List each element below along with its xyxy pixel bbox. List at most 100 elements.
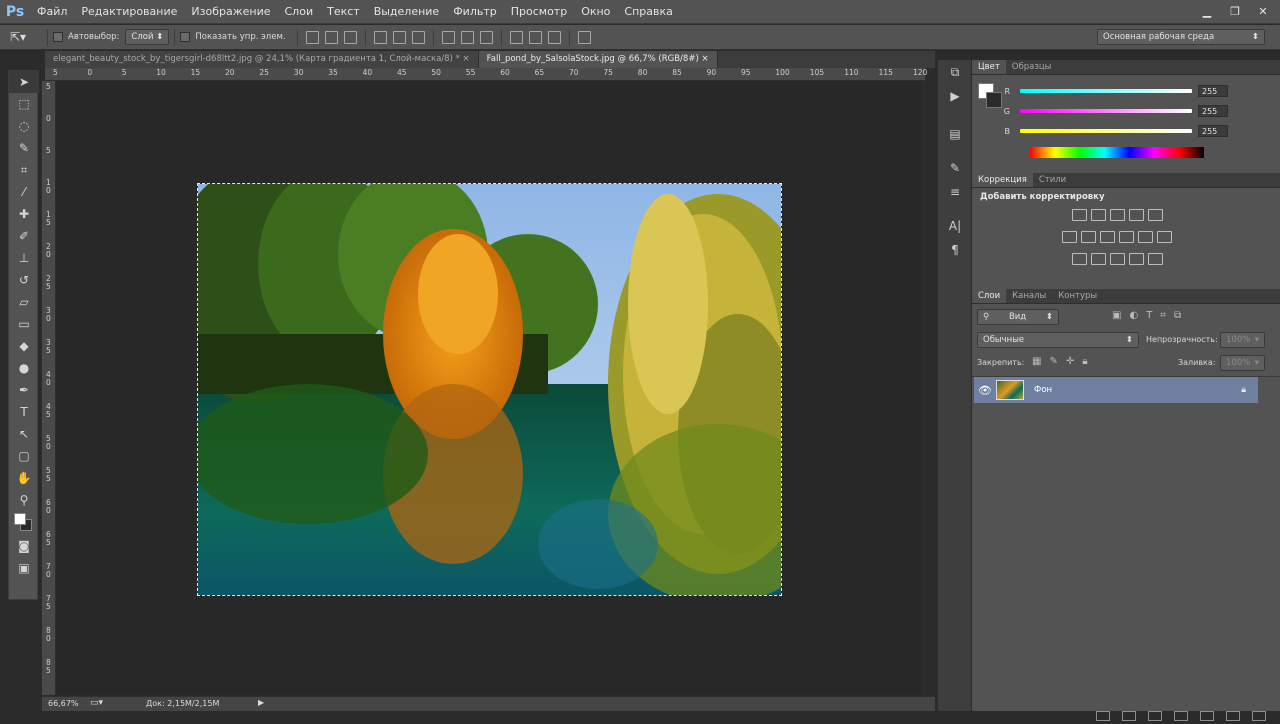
zoom-tool-icon[interactable]: ⚲ xyxy=(9,489,39,511)
blend-mode-dropdown[interactable]: Обычные ⬍ xyxy=(977,332,1139,348)
screen-mode-icon[interactable]: ▣ xyxy=(9,557,39,579)
tab-color[interactable]: Цвет xyxy=(972,60,1006,74)
green-track[interactable] xyxy=(1020,109,1192,113)
show-controls-checkbox[interactable] xyxy=(180,32,191,42)
fill-field[interactable]: 100% ▾ xyxy=(1220,355,1265,371)
tab-document-2[interactable]: Fall_pond_by_SalsolaStock.jpg @ 66,7% (R… xyxy=(478,51,718,68)
hue-saturation-icon[interactable] xyxy=(1062,231,1077,243)
minimize-button[interactable]: ▁ xyxy=(1196,3,1218,19)
menu-image[interactable]: Изображение xyxy=(184,0,277,24)
menu-view[interactable]: Просмотр xyxy=(504,0,574,24)
photo-filter-icon[interactable] xyxy=(1119,231,1134,243)
crop-tool-icon[interactable]: ⌗ xyxy=(9,159,39,181)
stamp-tool-icon[interactable]: ⊥ xyxy=(9,247,39,269)
selective-color-icon[interactable] xyxy=(1129,253,1144,265)
menu-help[interactable]: Справка xyxy=(617,0,679,24)
red-slider[interactable]: R 255 xyxy=(972,81,1228,101)
marquee-tool-icon[interactable]: ⬚ xyxy=(9,93,39,115)
tab-layers[interactable]: Слои xyxy=(972,289,1007,303)
align-right-icon[interactable] xyxy=(411,30,425,44)
lasso-tool-icon[interactable]: ◌ xyxy=(9,115,39,137)
filter-smart-icon[interactable]: ⧉ xyxy=(1174,310,1181,321)
brush-panel-icon[interactable]: ≡ xyxy=(938,180,972,204)
document-image[interactable] xyxy=(197,183,782,596)
align-left-icon[interactable] xyxy=(373,30,387,44)
posterize-icon[interactable] xyxy=(1091,253,1106,265)
new-group-icon[interactable] xyxy=(1200,711,1214,721)
layer-row-background[interactable]: 👁︎ Фон 🔒︎ xyxy=(974,377,1258,403)
shape-tool-icon[interactable]: ▢ xyxy=(9,445,39,467)
opacity-field[interactable]: 100% ▾ xyxy=(1220,332,1265,348)
color-swatches[interactable] xyxy=(9,511,39,535)
distribute-hcenter-icon[interactable] xyxy=(528,30,542,44)
history-icon[interactable]: ⧉ xyxy=(938,60,972,84)
workspace-dropdown[interactable]: Основная рабочая среда ⬍ xyxy=(1097,29,1265,45)
tab-channels[interactable]: Каналы xyxy=(1006,289,1052,303)
blue-track[interactable] xyxy=(1020,129,1192,133)
brush-preset-icon[interactable]: ✎ xyxy=(938,156,972,180)
hand-tool-icon[interactable]: ✋ xyxy=(9,467,39,489)
history-brush-icon[interactable]: ↺ xyxy=(9,269,39,291)
eraser-tool-icon[interactable]: ▱ xyxy=(9,291,39,313)
lock-all-icon[interactable]: 🔒︎ xyxy=(1082,356,1087,367)
blue-value[interactable]: 255 xyxy=(1198,125,1228,137)
visibility-eye-icon[interactable]: 👁︎ xyxy=(974,384,996,397)
align-vcenter-icon[interactable] xyxy=(324,30,338,44)
green-value[interactable]: 255 xyxy=(1198,105,1228,117)
tab-paths[interactable]: Контуры xyxy=(1052,289,1103,303)
autoselect-checkbox[interactable] xyxy=(53,32,63,42)
color-spectrum-bar[interactable] xyxy=(1030,147,1204,158)
distribute-vcenter-icon[interactable] xyxy=(460,30,474,44)
brightness-icon[interactable] xyxy=(1072,209,1087,221)
dodge-tool-icon[interactable]: ● xyxy=(9,357,39,379)
blue-slider[interactable]: B 255 xyxy=(972,121,1228,141)
menu-filter[interactable]: Фильтр xyxy=(446,0,504,24)
filter-adjustment-icon[interactable]: ◐ xyxy=(1129,310,1138,321)
pen-tool-icon[interactable]: ✒ xyxy=(9,379,39,401)
type-tool-icon[interactable]: T xyxy=(9,401,39,423)
filter-type-icon[interactable]: T xyxy=(1146,310,1152,321)
gradient-map-icon[interactable] xyxy=(1148,253,1163,265)
align-top-icon[interactable] xyxy=(305,30,319,44)
tab-swatches[interactable]: Образцы xyxy=(1006,60,1058,74)
align-hcenter-icon[interactable] xyxy=(392,30,406,44)
quick-select-tool-icon[interactable]: ✎ xyxy=(9,137,39,159)
character-icon[interactable]: A| xyxy=(938,214,972,238)
distribute-right-icon[interactable] xyxy=(547,30,561,44)
distribute-top-icon[interactable] xyxy=(441,30,455,44)
black-white-icon[interactable] xyxy=(1100,231,1115,243)
tab-adjustments[interactable]: Коррекция xyxy=(972,173,1033,187)
align-bottom-icon[interactable] xyxy=(343,30,357,44)
menu-file[interactable]: Файл xyxy=(30,0,74,24)
paragraph-icon[interactable]: ¶ xyxy=(938,238,972,262)
distribute-bottom-icon[interactable] xyxy=(479,30,493,44)
invert-icon[interactable] xyxy=(1072,253,1087,265)
close-button[interactable]: ✕ xyxy=(1252,3,1274,19)
brush-tool-icon[interactable]: ✐ xyxy=(9,225,39,247)
color-balance-icon[interactable] xyxy=(1081,231,1096,243)
exposure-icon[interactable] xyxy=(1129,209,1144,221)
autoselect-dropdown[interactable]: Слой ⬍ xyxy=(125,29,170,45)
lock-position-icon[interactable]: ✛ xyxy=(1066,356,1074,367)
red-track[interactable] xyxy=(1020,89,1192,93)
menu-edit[interactable]: Редактирование xyxy=(74,0,184,24)
lock-pixels-icon[interactable]: ✎ xyxy=(1049,356,1057,367)
quick-mask-icon[interactable]: ◙ xyxy=(9,535,39,557)
lock-transparency-icon[interactable]: ▦ xyxy=(1032,356,1041,367)
eyedropper-tool-icon[interactable]: ⁄ xyxy=(9,181,39,203)
status-preview-icon[interactable]: ▭▾ xyxy=(90,698,103,708)
link-layers-icon[interactable] xyxy=(1096,711,1110,721)
menu-window[interactable]: Окно xyxy=(574,0,617,24)
distribute-left-icon[interactable] xyxy=(509,30,523,44)
levels-icon[interactable] xyxy=(1091,209,1106,221)
delete-layer-icon[interactable] xyxy=(1252,711,1266,721)
color-lookup-icon[interactable] xyxy=(1157,231,1172,243)
add-mask-icon[interactable] xyxy=(1148,711,1162,721)
layer-style-icon[interactable] xyxy=(1122,711,1136,721)
menu-select[interactable]: Выделение xyxy=(367,0,447,24)
path-select-tool-icon[interactable]: ↖ xyxy=(9,423,39,445)
curves-icon[interactable] xyxy=(1110,209,1125,221)
close-icon[interactable]: × xyxy=(463,54,470,64)
menu-layers[interactable]: Слои xyxy=(278,0,321,24)
close-icon[interactable]: × xyxy=(701,54,708,64)
